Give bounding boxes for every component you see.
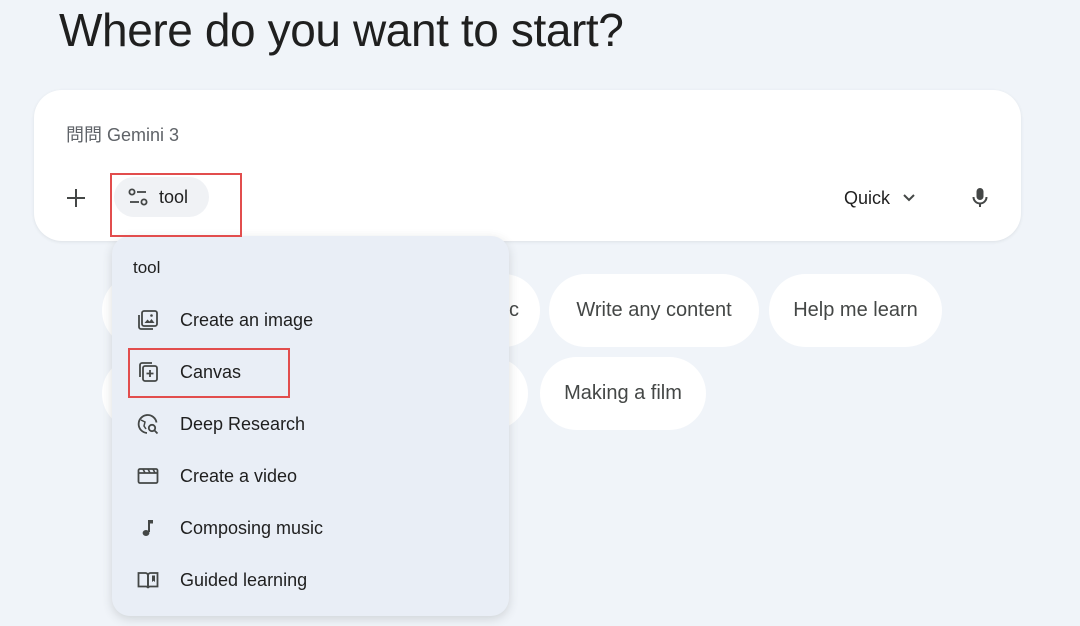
add-button[interactable] bbox=[60, 182, 92, 214]
prompt-placeholder[interactable]: 問問 Gemini 3 bbox=[66, 121, 179, 147]
suggestion-chip-label: Write any content bbox=[576, 299, 732, 321]
tune-icon bbox=[128, 188, 148, 206]
chevron-down-icon bbox=[903, 194, 915, 202]
microphone-icon bbox=[972, 188, 988, 207]
menu-item-composing-music[interactable]: Composing music bbox=[130, 508, 490, 548]
menu-item-create-image[interactable]: Create an image bbox=[130, 300, 490, 340]
menu-item-deep-research[interactable]: Deep Research bbox=[130, 404, 490, 444]
canvas-icon bbox=[136, 360, 160, 384]
menu-item-label: Canvas bbox=[180, 361, 242, 382]
mode-dropdown[interactable]: Quick bbox=[834, 180, 926, 216]
menu-item-canvas[interactable]: Canvas bbox=[130, 352, 490, 392]
suggestion-chip-label: Making a film bbox=[564, 382, 682, 404]
suggestion-chip-write-any-content[interactable]: Write any content bbox=[549, 274, 759, 347]
video-icon bbox=[136, 464, 160, 488]
suggestion-chip-label: c bbox=[509, 299, 519, 321]
tool-button[interactable]: tool bbox=[114, 177, 210, 217]
music-note-icon bbox=[136, 516, 160, 540]
menu-item-create-video[interactable]: Create a video bbox=[130, 456, 490, 496]
menu-item-guided-learning[interactable]: Guided learning bbox=[130, 560, 490, 600]
page-title: Where do you want to start? bbox=[59, 4, 624, 56]
suggestion-chip-help-me-learn[interactable]: Help me learn bbox=[769, 274, 942, 347]
tool-menu-header: tool bbox=[133, 258, 161, 277]
image-icon bbox=[136, 308, 160, 332]
prompt-input-box[interactable]: 問問 Gemini 3 tool Quick bbox=[34, 90, 1021, 241]
tool-menu: tool Create an image Canvas Deep Researc… bbox=[112, 236, 509, 616]
suggestion-chip-label: Help me learn bbox=[793, 299, 918, 321]
menu-item-label: Guided learning bbox=[180, 569, 308, 590]
book-icon bbox=[136, 568, 160, 592]
menu-item-label: Create an image bbox=[180, 309, 314, 330]
plus-icon bbox=[67, 189, 85, 207]
menu-item-label: Composing music bbox=[180, 517, 324, 538]
menu-item-label: Create a video bbox=[180, 465, 298, 486]
suggestion-chip-making-a-film[interactable]: Making a film bbox=[540, 357, 706, 430]
tool-button-label: tool bbox=[159, 186, 189, 207]
microphone-button[interactable] bbox=[964, 182, 996, 214]
gemini-start-page: Where do you want to start? 問問 Gemini 3 … bbox=[0, 0, 1080, 626]
deep-research-icon bbox=[136, 412, 160, 436]
menu-item-label: Deep Research bbox=[180, 413, 306, 434]
mode-label: Quick bbox=[844, 187, 891, 208]
